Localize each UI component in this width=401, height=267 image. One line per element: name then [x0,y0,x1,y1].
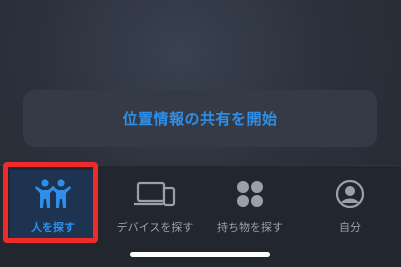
people-icon [33,179,73,209]
home-indicator [130,252,270,257]
tab-me-label: 自分 [339,221,361,234]
start-sharing-location-label: 位置情報の共有を開始 [122,110,278,128]
devices-icon [133,179,177,209]
tab-devices-label: デバイスを探す [116,221,194,234]
tab-me[interactable]: 自分 [305,165,395,245]
start-sharing-location-button[interactable]: 位置情報の共有を開始 [23,90,377,147]
me-icon [335,179,365,209]
items-icon [234,179,266,209]
tab-people-label: 人を探す [31,221,75,234]
tab-items-label: 持ち物を探す [217,221,283,234]
tab-items[interactable]: 持ち物を探す [205,165,295,245]
tab-people[interactable]: 人を探す [5,165,101,245]
find-my-screen: 位置情報の共有を開始 人を探す デバイスを探す 持ち物を探す 自分 [0,0,401,267]
tab-devices[interactable]: デバイスを探す [105,165,205,245]
